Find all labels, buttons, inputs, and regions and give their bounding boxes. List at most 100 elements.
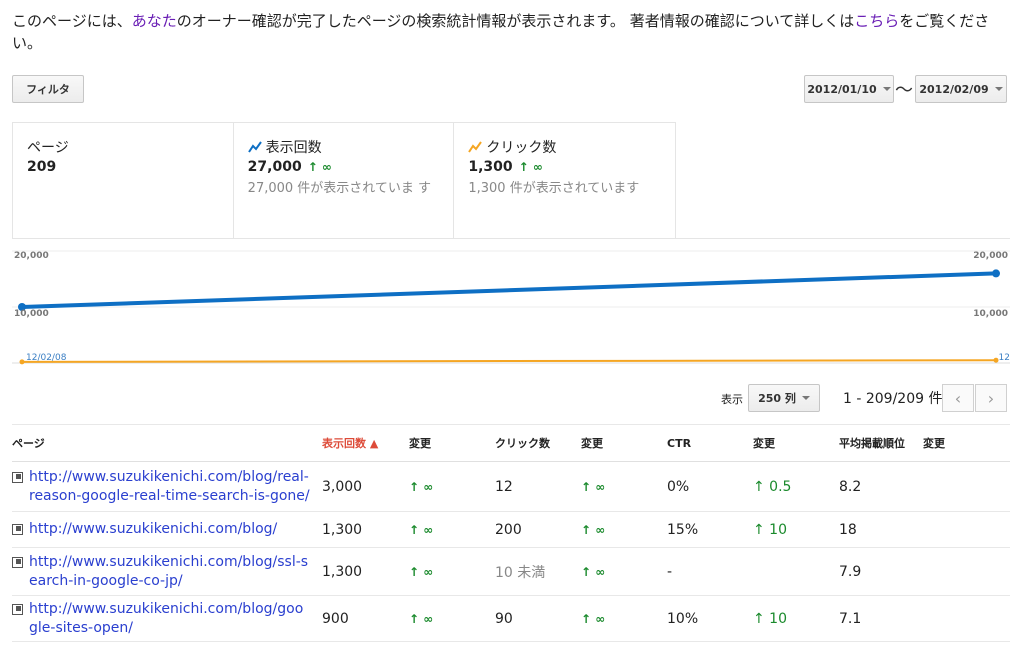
avg-position-cell: 18	[839, 511, 923, 548]
change-up-indicator: ↑ ∞	[307, 160, 332, 174]
next-page-button[interactable]: ›	[975, 384, 1007, 412]
clicks-cell: 10 未満	[495, 547, 581, 596]
external-link-icon[interactable]	[12, 471, 23, 483]
axis-label-right-top: 20,000	[973, 251, 1008, 261]
here-link[interactable]: こちら	[854, 12, 899, 30]
page-url-link[interactable]: http://www.suzukikenichi.com/blog/real-r…	[29, 468, 311, 506]
impressions-change-cell: ↑ ∞	[409, 595, 495, 642]
clicks-cell: 12	[495, 461, 581, 512]
impressions-change-cell: ↑ ∞	[409, 511, 495, 548]
series-point-1-0[interactable]	[19, 359, 25, 365]
filter-button[interactable]: フィルタ	[12, 75, 84, 103]
end-date-picker[interactable]: 2012/02/09	[915, 75, 1007, 103]
column-header-change[interactable]: 変更	[409, 424, 495, 462]
column-header-clicks[interactable]: クリック数	[495, 424, 581, 462]
chevron-left-icon: ‹	[954, 388, 962, 408]
start-date-picker[interactable]: 2012/01/10	[804, 75, 894, 103]
avg-position-change-cell	[923, 461, 1010, 512]
axis-label-left-top: 20,000	[14, 251, 49, 261]
clicks-cell: 200	[495, 511, 581, 548]
external-link-icon[interactable]	[12, 556, 23, 568]
chevron-down-icon	[801, 396, 810, 400]
column-header-avg-position[interactable]: 平均掲載順位	[839, 424, 923, 462]
ctr-cell: 10%	[667, 595, 753, 642]
clicks-trend-icon	[468, 141, 483, 153]
impressions-trend-icon	[247, 141, 262, 153]
date-marker-label-right: 12	[998, 353, 1010, 363]
column-header-impressions[interactable]: 表示回数 ▲	[322, 424, 409, 462]
table-row: http://www.suzukikenichi.com/blog/ssl-se…	[12, 547, 1010, 596]
prev-page-button[interactable]: ‹	[942, 384, 974, 412]
impressions-change-cell: ↑ ∞	[409, 547, 495, 596]
summary-subtext: 27,000 件が表示されていま す	[247, 181, 432, 196]
chevron-down-icon	[882, 87, 891, 91]
series-line-1	[21, 359, 997, 363]
ctr-change-cell: ↑ 10	[753, 511, 839, 548]
end-date-label: 2012/02/09	[919, 82, 989, 96]
intro-text-1: このページには、	[12, 12, 132, 30]
summary-subtext: 1,300 件が表示されています	[468, 181, 640, 196]
intro-text: このページには、あなたのオーナー確認が完了したページの検索統計情報が表示されます…	[12, 10, 1012, 54]
page-url-link[interactable]: http://www.suzukikenichi.com/blog/	[29, 520, 277, 539]
series-point-0-1[interactable]	[992, 269, 1000, 278]
column-header-change[interactable]: 変更	[753, 424, 839, 462]
external-link-icon[interactable]	[12, 603, 23, 615]
summary-card-impressions[interactable]: 表示回数 27,000 ↑ ∞ 27,000 件が表示されていま す	[234, 123, 455, 238]
table-header-row: ページ 表示回数 ▲ 変更 クリック数 変更 CTR 変更 平均掲載順位 変更	[12, 424, 1010, 462]
chevron-down-icon	[994, 87, 1003, 91]
trend-graph: 20,000 10,000 20,000 10,000 12/02/08 12	[12, 238, 1010, 371]
date-separator: 〜	[895, 80, 913, 101]
table-row: http://www.suzukikenichi.com/blog/real-r…	[12, 461, 1010, 512]
column-header-change[interactable]: 変更	[923, 424, 1010, 462]
page-url-link[interactable]: http://www.suzukikenichi.com/blog/ssl-se…	[29, 553, 311, 591]
ctr-change-cell: ↑ 0.5	[753, 461, 839, 512]
summary-label: ページ	[27, 140, 69, 156]
series-line-0	[21, 271, 997, 309]
column-header-ctr[interactable]: CTR	[667, 424, 753, 462]
clicks-change-cell: ↑ ∞	[581, 595, 667, 642]
summary-value: 27,000	[247, 159, 302, 175]
ctr-cell: 15%	[667, 511, 753, 548]
impressions-cell: 900	[322, 595, 409, 642]
summary-value: 209	[27, 159, 57, 175]
clicks-change-cell: ↑ ∞	[581, 511, 667, 548]
impressions-cell: 1,300	[322, 547, 409, 596]
rows-per-page-select[interactable]: 250 列	[748, 384, 820, 412]
ctr-cell: 0%	[667, 461, 753, 512]
you-link[interactable]: あなた	[132, 12, 177, 30]
axis-label-right-mid: 10,000	[973, 309, 1008, 319]
table-row: http://www.suzukikenichi.com/blog/google…	[12, 595, 1010, 642]
external-link-icon[interactable]	[12, 524, 23, 535]
summary-panel: ページ 209 表示回数 27,000 ↑ ∞ 27,000 件が表示されていま …	[12, 122, 676, 238]
avg-position-change-cell	[923, 595, 1010, 642]
clicks-cell: 90	[495, 595, 581, 642]
avg-position-cell: 7.1	[839, 595, 923, 642]
chevron-right-icon: ›	[987, 388, 995, 408]
avg-position-change-cell	[923, 511, 1010, 548]
summary-card-pages[interactable]: ページ 209	[13, 123, 234, 238]
summary-label: 表示回数	[265, 140, 322, 156]
intro-text-2: のオーナー確認が完了したページの検索統計情報が表示されます。 著者情報の確認につ…	[176, 12, 855, 30]
pagination-range: 1 - 209/209 件	[843, 391, 943, 407]
filter-button-label: フィルタ	[26, 83, 70, 96]
summary-value: 1,300	[468, 159, 513, 175]
pages-table: ページ 表示回数 ▲ 変更 クリック数 変更 CTR 変更 平均掲載順位 変更 …	[12, 424, 1010, 642]
display-label: 表示	[721, 393, 743, 406]
column-header-page[interactable]: ページ	[12, 424, 322, 462]
axis-label-left-mid: 10,000	[14, 309, 49, 319]
ctr-change-cell	[753, 547, 839, 596]
ctr-cell: -	[667, 547, 753, 596]
clicks-change-cell: ↑ ∞	[581, 461, 667, 512]
column-header-change[interactable]: 変更	[581, 424, 667, 462]
page-url-link[interactable]: http://www.suzukikenichi.com/blog/google…	[29, 600, 311, 638]
table-row: http://www.suzukikenichi.com/blog/ 1,300…	[12, 511, 1010, 548]
summary-card-clicks[interactable]: クリック数 1,300 ↑ ∞ 1,300 件が表示されています	[454, 123, 675, 238]
avg-position-change-cell	[923, 547, 1010, 596]
impressions-cell: 3,000	[322, 461, 409, 512]
start-date-label: 2012/01/10	[807, 82, 877, 96]
clicks-change-cell: ↑ ∞	[581, 547, 667, 596]
avg-position-cell: 8.2	[839, 461, 923, 512]
avg-position-cell: 7.9	[839, 547, 923, 596]
rows-per-page-value: 250 列	[758, 392, 796, 405]
ctr-change-cell: ↑ 10	[753, 595, 839, 642]
